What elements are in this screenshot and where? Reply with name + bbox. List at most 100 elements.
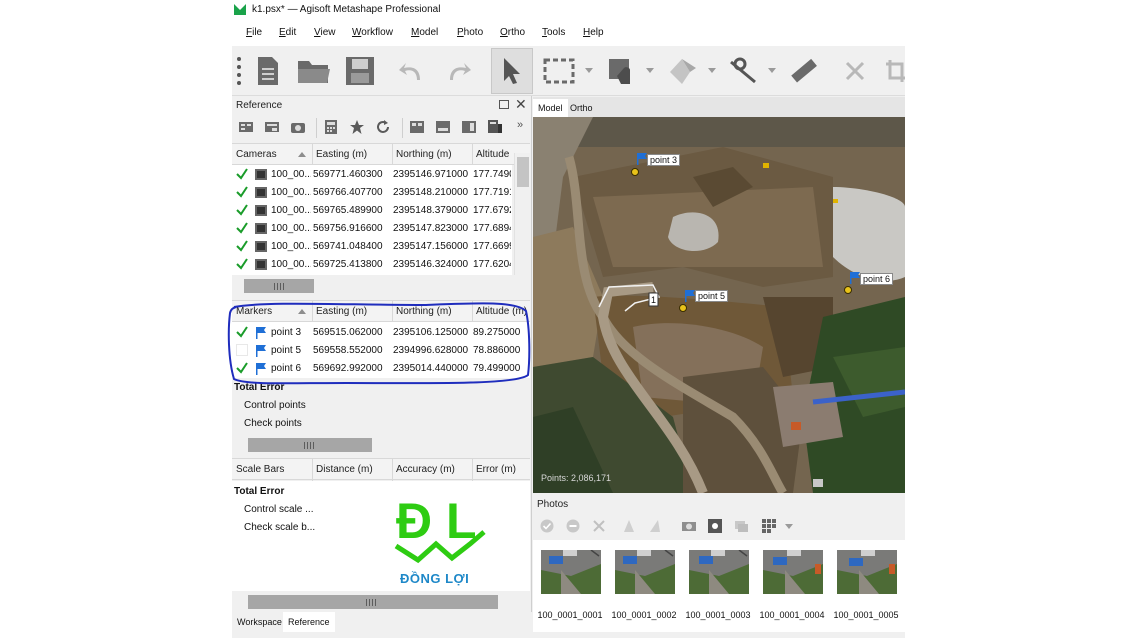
marker-point-3[interactable] [631,168,639,176]
header-distance[interactable]: Distance (m) [316,464,373,475]
delete-icon[interactable] [840,54,870,88]
chevron-down-icon[interactable] [585,68,593,73]
close-icon[interactable]: ✕ [515,96,527,113]
checkmark-icon[interactable] [236,186,248,198]
new-document-icon[interactable] [254,54,282,88]
checkmark-icon[interactable] [236,258,248,270]
marker-point-6[interactable] [844,286,852,294]
enable-camera-icon[interactable] [540,519,554,533]
marker-point-5[interactable] [679,304,687,312]
scalebars-horizontal-scrollbar[interactable] [232,592,530,612]
table-row[interactable]: 100_00... 569765.489900 2395148.379000 1… [232,202,512,220]
view-source-icon[interactable] [410,120,424,134]
table-row[interactable]: 100_00... 569766.407700 2395148.210000 1… [232,184,512,202]
toolbar-divider [402,118,403,138]
header-cameras[interactable]: Cameras [236,149,277,160]
table-row[interactable]: 100_00... 569725.413800 2395146.324000 1… [232,256,512,274]
chevron-down-icon[interactable] [785,524,793,529]
open-folder-icon[interactable] [296,54,332,88]
menu-ortho[interactable]: Ortho [500,27,525,38]
view-grid-icon[interactable] [762,519,776,533]
tab-model[interactable]: Model [533,99,568,117]
chevron-down-icon[interactable] [708,68,716,73]
scrollbar-thumb[interactable] [517,157,529,187]
checkmark-icon[interactable] [236,168,248,180]
menu-tools[interactable]: Tools [542,27,565,38]
header-easting[interactable]: Easting (m) [316,149,367,160]
photo-thumbnail-image [763,550,823,594]
star-icon[interactable] [350,120,364,134]
redo-icon[interactable] [444,54,474,88]
menu-view[interactable]: View [314,27,336,38]
markers-highlight-annotation [227,302,531,385]
disable-camera-icon[interactable] [566,519,580,533]
export-reference-icon[interactable] [265,120,279,134]
calculator-icon[interactable] [324,120,338,134]
cameras-horizontal-scrollbar[interactable] [232,276,530,294]
table-row[interactable]: 100_00... 569771.460300 2395146.971000 1… [232,166,512,184]
move-object-icon[interactable] [664,54,702,88]
tab-ortho[interactable]: Ortho [565,99,598,117]
photo-thumbnail[interactable]: 100_0001_0001 [533,550,607,626]
header-accuracy[interactable]: Accuracy (m) [396,464,455,475]
menu-workflow[interactable]: Workflow [352,27,393,38]
checkmark-icon[interactable] [236,240,248,252]
cameras-vertical-scrollbar[interactable] [514,153,530,275]
rotate-right-icon[interactable] [648,519,662,533]
ruler-icon[interactable] [726,54,760,88]
crop-icon[interactable] [882,54,905,88]
reference-toolbar: » [232,114,532,142]
import-reference-icon[interactable] [239,120,253,134]
photo-thumbnail[interactable]: 100_0001_0003 [681,550,755,626]
header-northing[interactable]: Northing (m) [396,149,452,160]
control-points-row[interactable]: Control points [244,400,306,411]
menu-file[interactable]: File [246,27,262,38]
check-points-row[interactable]: Check points [244,418,302,429]
scrollbar-thumb[interactable] [244,279,314,293]
scrollbar-thumb[interactable] [248,438,372,452]
photo-thumbnail[interactable]: 100_0001_0005 [829,550,903,626]
save-icon[interactable] [344,54,376,88]
filter-by-point-icon[interactable] [682,519,696,533]
scrollbar-thumb[interactable] [248,595,498,609]
table-row[interactable]: 100_00... 569756.916600 2395147.823000 1… [232,220,512,238]
filter-by-marker-icon[interactable] [708,519,722,533]
tab-reference[interactable]: Reference [283,612,335,632]
reset-filter-icon[interactable] [734,519,748,533]
convert-reference-icon[interactable] [291,120,305,134]
rotate-left-icon[interactable] [622,519,636,533]
tab-workspace[interactable]: Workspace [232,612,287,632]
selection-tool-icon[interactable] [604,54,640,88]
dock-tabs: Workspace Reference [232,612,532,632]
menu-photo[interactable]: Photo [457,27,483,38]
remove-camera-icon[interactable] [592,519,606,533]
rectangle-selection-icon[interactable] [542,54,576,88]
view-errors-icon[interactable] [462,120,476,134]
menu-model[interactable]: Model [411,27,438,38]
refresh-icon[interactable] [376,120,390,134]
view-estimated-icon[interactable] [436,120,450,134]
float-panel-icon[interactable] [499,100,509,109]
chevron-down-icon[interactable] [646,68,654,73]
measure-icon[interactable] [786,54,820,88]
menu-edit[interactable]: Edit [279,27,296,38]
header-error[interactable]: Error (m) [476,464,516,475]
navigation-arrow-icon[interactable] [491,48,533,94]
photo-thumbnail[interactable]: 100_0001_0004 [755,550,829,626]
header-scale-bars[interactable]: Scale Bars [236,464,284,475]
model-view[interactable]: 1 point 3 point 5 point 6 Points: 2,086,… [533,117,905,493]
undo-icon[interactable] [396,54,426,88]
menu-help[interactable]: Help [583,27,604,38]
control-scale-row[interactable]: Control scale ... [244,504,313,515]
chevron-down-icon[interactable] [768,68,776,73]
settings-table-icon[interactable] [488,120,502,134]
checkmark-icon[interactable] [236,204,248,216]
markers-horizontal-scrollbar[interactable] [232,435,530,453]
check-scale-row[interactable]: Check scale b... [244,522,315,533]
table-row[interactable]: 100_00... 569741.048400 2395147.156000 1… [232,238,512,256]
header-altitude[interactable]: Altitude [476,149,509,160]
photo-thumbnail[interactable]: 100_0001_0002 [607,550,681,626]
checkmark-icon[interactable] [236,222,248,234]
column-separator [472,459,473,481]
more-tools-icon[interactable]: » [517,119,523,131]
